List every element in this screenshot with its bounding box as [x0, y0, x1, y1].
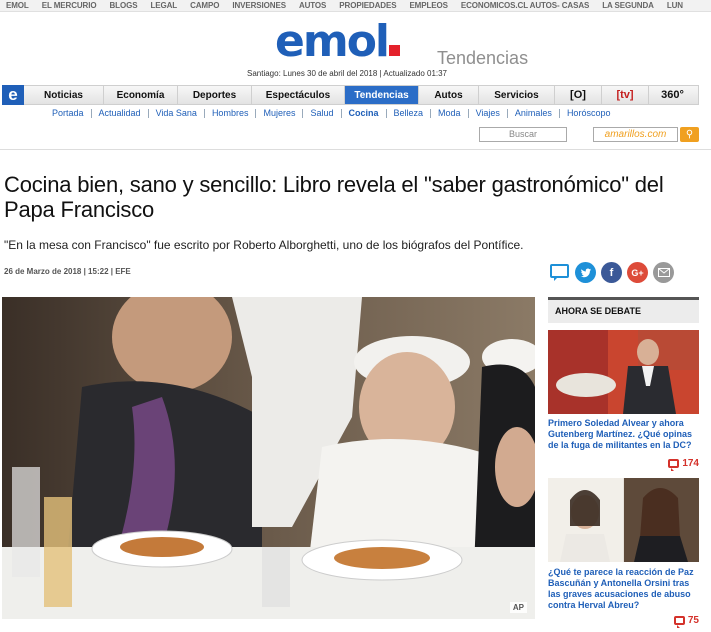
- network-link-legal[interactable]: LEGAL: [150, 1, 177, 10]
- subnav-vida-sana[interactable]: Vida Sana: [149, 108, 205, 118]
- network-link-empleos[interactable]: EMPLEOS: [409, 1, 448, 10]
- network-link-inversiones[interactable]: INVERSIONES: [232, 1, 286, 10]
- subnav-cocina[interactable]: Cocina: [342, 108, 387, 118]
- subnav-mujeres[interactable]: Mujeres: [256, 108, 304, 118]
- article-subhead: "En la mesa con Francisco" fue escrito p…: [4, 238, 524, 252]
- nav-espectaculos[interactable]: Espectáculos: [252, 86, 345, 104]
- network-link-blogs[interactable]: BLOGS: [109, 1, 137, 10]
- subnav-salud[interactable]: Salud: [303, 108, 342, 118]
- google-plus-icon[interactable]: G+: [627, 262, 648, 283]
- logo-text: emol: [275, 16, 390, 67]
- debate-image-2[interactable]: [548, 478, 699, 562]
- network-link-lun[interactable]: LUN: [667, 1, 683, 10]
- main-nav: e Noticias Economía Deportes Espectáculo…: [2, 85, 699, 105]
- subnav-belleza[interactable]: Belleza: [387, 108, 432, 118]
- subnav-moda[interactable]: Moda: [431, 108, 469, 118]
- network-link-emol[interactable]: EMOL: [6, 1, 29, 10]
- amarillos-search-input[interactable]: amarillos.com: [593, 127, 678, 142]
- subnav-animales[interactable]: Animales: [508, 108, 560, 118]
- debate-comment-count-1: 174: [682, 458, 699, 469]
- home-icon[interactable]: e: [2, 85, 24, 105]
- comment-bubble-icon: [668, 459, 680, 471]
- article-photo: AP: [2, 297, 535, 619]
- nav-tendencias[interactable]: Tendencias: [345, 86, 419, 104]
- photo-credit: AP: [509, 602, 527, 613]
- sidebar-title: AHORA SE DEBATE: [548, 297, 699, 323]
- divider: [0, 149, 711, 150]
- network-link-economicos[interactable]: ECONOMICOS.CL AUTOS- CASAS: [461, 1, 589, 10]
- subnav-horoscopo[interactable]: Horóscopo: [560, 108, 618, 118]
- nav-autos[interactable]: Autos: [419, 86, 479, 104]
- search-icon[interactable]: ⚲: [680, 127, 699, 142]
- network-link-propiedades[interactable]: PROPIEDADES: [339, 1, 396, 10]
- debate-comments-1[interactable]: 174: [668, 458, 699, 471]
- tv-icon[interactable]: [tv]: [602, 86, 649, 104]
- debate-link-1[interactable]: Primero Soledad Alvear y ahora Gutenberg…: [548, 418, 699, 451]
- sidebar: AHORA SE DEBATE Primero Soledad Alvear y…: [548, 297, 699, 628]
- subnav-actualidad[interactable]: Actualidad: [92, 108, 149, 118]
- logo-dot: [389, 45, 400, 56]
- emol-logo[interactable]: emol: [275, 20, 400, 64]
- sub-nav: Portada Actualidad Vida Sana Hombres Muj…: [45, 106, 617, 120]
- comment-bubble-icon: [673, 616, 685, 628]
- facebook-icon[interactable]: f: [601, 262, 622, 283]
- nav-servicios[interactable]: Servicios: [479, 86, 555, 104]
- subnav-portada[interactable]: Portada: [45, 108, 92, 118]
- network-link-campo[interactable]: CAMPO: [190, 1, 219, 10]
- network-link-el-mercurio[interactable]: EL MERCURIO: [42, 1, 97, 10]
- debate-link-2[interactable]: ¿Qué te parece la reacción de Paz Bascuñ…: [548, 567, 699, 611]
- nav-noticias[interactable]: Noticias: [24, 86, 104, 104]
- debate-comment-count-2: 75: [687, 615, 699, 626]
- subnav-hombres[interactable]: Hombres: [205, 108, 257, 118]
- network-link-la-segunda[interactable]: LA SEGUNDA: [602, 1, 654, 10]
- section-title: Tendencias: [437, 48, 529, 68]
- 360-icon[interactable]: 360°: [649, 86, 696, 104]
- subnav-viajes[interactable]: Viajes: [469, 108, 508, 118]
- network-bar: EMOL EL MERCURIO BLOGS LEGAL CAMPO INVER…: [0, 0, 711, 12]
- masthead: emol Tendencias Santiago: Lunes 30 de ab…: [0, 12, 711, 84]
- article-meta: 26 de Marzo de 2018 | 15:22 | EFE: [4, 267, 131, 276]
- pope-dining-illustration: [2, 297, 535, 619]
- twitter-icon[interactable]: [575, 262, 596, 283]
- search-input[interactable]: Buscar: [479, 127, 567, 142]
- debate-comments-2[interactable]: 75: [673, 615, 699, 628]
- article-headline: Cocina bien, sano y sencillo: Libro reve…: [4, 172, 664, 222]
- email-icon[interactable]: [653, 262, 674, 283]
- radio-icon[interactable]: [O]: [555, 86, 602, 104]
- nav-deportes[interactable]: Deportes: [178, 86, 252, 104]
- nav-economia[interactable]: Economía: [104, 86, 178, 104]
- dateline: Santiago: Lunes 30 de abril del 2018 | A…: [247, 69, 448, 78]
- debate-image-1[interactable]: [548, 330, 699, 414]
- network-link-autos[interactable]: AUTOS: [299, 1, 326, 10]
- comment-icon[interactable]: [549, 262, 570, 283]
